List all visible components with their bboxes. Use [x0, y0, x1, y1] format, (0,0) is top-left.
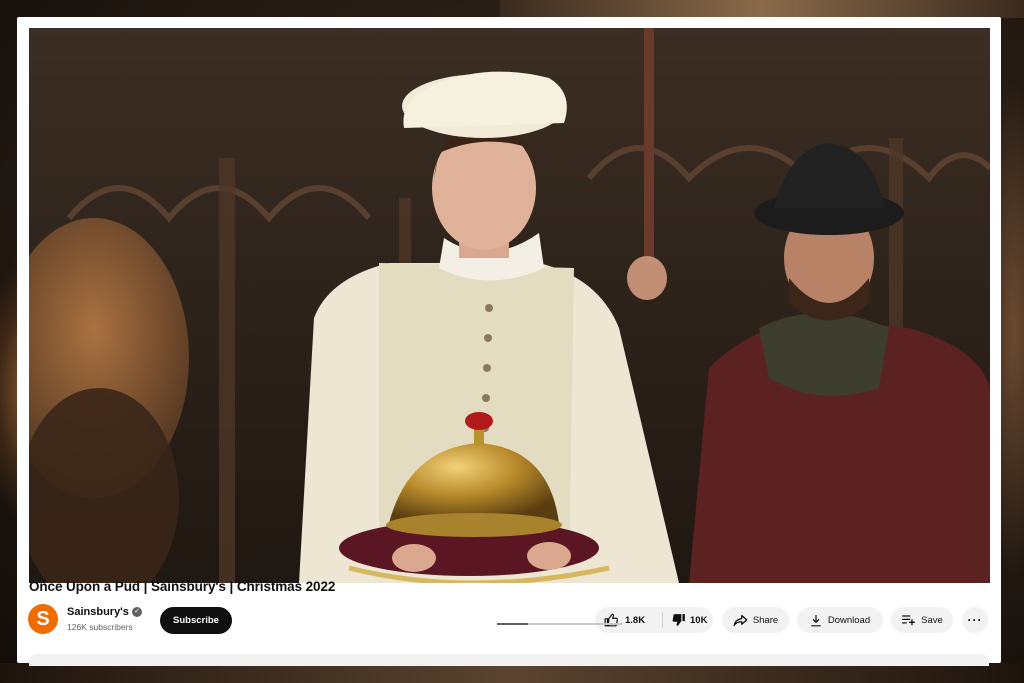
background-bottom-strip [0, 663, 1024, 683]
save-to-playlist-icon [901, 614, 916, 626]
share-arrow-icon [733, 614, 748, 627]
channel-name[interactable]: Sainsbury's [67, 606, 129, 618]
scroll-progress-fill [497, 623, 529, 625]
background-top-strip [500, 0, 1024, 18]
download-label: Download [827, 614, 871, 626]
like-dislike-group: 1.8K 10K [595, 607, 713, 633]
share-button[interactable]: Share [722, 607, 789, 633]
like-count: 1.8K [625, 614, 646, 626]
scroll-progress-bar [497, 623, 622, 625]
download-button[interactable]: Download [797, 607, 883, 633]
dislike-button[interactable]: 10K [663, 613, 707, 627]
more-actions-button[interactable]: ··· [962, 607, 988, 633]
download-icon [810, 614, 822, 627]
dislike-count: 10K [690, 614, 708, 626]
subscriber-count: 126K subscribers [67, 622, 133, 632]
save-label: Save [921, 614, 943, 626]
verified-check-icon: ✓ [132, 607, 142, 617]
subscribe-button[interactable]: Subscribe [160, 607, 232, 634]
action-bar: 1.8K 10K Share Download Save ··· [595, 607, 988, 633]
share-label: Share [752, 614, 779, 626]
channel-avatar[interactable]: S [28, 604, 58, 634]
video-frame-scene [29, 28, 990, 583]
video-page-panel: Once Upon a Pud | Sainsbury's | Christma… [17, 17, 1001, 666]
description-box[interactable] [29, 654, 989, 666]
channel-row: S Sainsbury's ✓ 126K subscribers Subscri… [28, 604, 988, 638]
thumbs-down-icon [672, 613, 686, 627]
video-player[interactable] [29, 28, 990, 583]
video-title: Once Upon a Pud | Sainsbury's | Christma… [29, 579, 336, 594]
save-button[interactable]: Save [891, 607, 953, 633]
